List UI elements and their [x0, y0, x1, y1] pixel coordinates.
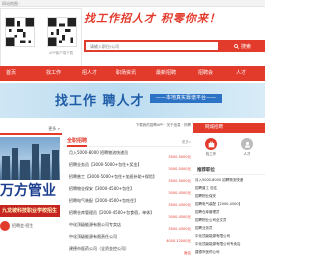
recommended-item[interactable]: 建德市医药公司	[195, 250, 265, 258]
promo-banner[interactable]: 找工作 聘人才 ——本地真实靠谱平台——	[0, 83, 265, 118]
right-panel: 网城招聘 找工作 人才 推荐职位 月入5000-8000 招聘物流快递 招聘普工…	[193, 123, 265, 260]
search-input[interactable]	[84, 40, 220, 52]
qr-code-app	[47, 17, 77, 47]
school-ad-banner[interactable]: 九龙坡科技职业学校招生	[0, 205, 60, 217]
recommended-item[interactable]: 中化顶级能源有限公司	[195, 234, 265, 242]
right-icon-row: 找工作 人才	[193, 135, 265, 163]
job-row[interactable]: 招聘仓库管理员【2000-4500+包食宿，单休】 3000-4500元	[63, 210, 191, 221]
top-strip: 网站地图 ·	[0, 0, 265, 7]
find-job-label: 找工作	[205, 152, 217, 156]
job-row[interactable]: 招聘电气装配【2000-4500+包吃住】 3000-4500元	[63, 198, 191, 209]
job-salary: 3000-4500元	[168, 191, 191, 195]
job-salary: 3000-5000元	[168, 179, 191, 183]
job-salary: 3000-4500元	[168, 203, 191, 207]
left-icon-row[interactable]: 招聘会·招生	[0, 220, 60, 232]
job-row[interactable]: 中化顶级能源有限公司专卖店 3000-4500元	[63, 222, 191, 233]
search-button[interactable]: 搜索	[220, 40, 265, 52]
recommended-item[interactable]: 招聘仓库管理员	[195, 210, 265, 218]
brand-ad[interactable]: 万方管业	[0, 181, 60, 201]
recommended-title: 推荐职位	[197, 168, 215, 173]
job-list-more[interactable]: 更多»	[182, 140, 191, 145]
job-row[interactable]: 招聘业务员【3000-5000+包住+奖金】 3000-5000元	[63, 162, 191, 173]
banner-title: 找工作 聘人才	[55, 94, 145, 109]
recommended-item[interactable]: 月入5000-8000 招聘物流快递	[195, 178, 265, 186]
left-icon-label: 招聘会·招生	[12, 223, 34, 228]
nav-item-home[interactable]: 首页	[6, 66, 16, 81]
nav-item-latest[interactable]: 最新招聘	[156, 66, 176, 81]
job-row[interactable]: 中化顶级能源有限责任公司 4000-12000元	[63, 234, 191, 245]
talent-label: 人才	[243, 152, 251, 156]
recommended-header: 推荐职位	[193, 165, 265, 175]
banner-subtitle: ——本地真实靠谱平台——	[150, 94, 223, 103]
job-list-header: 全职招聘 更多»	[63, 137, 191, 147]
job-salary: 4000-12000元	[166, 239, 191, 243]
job-row[interactable]: 建德市医药公司（全资金控公司） 面议	[63, 246, 191, 257]
sub-links[interactable]: 下载我的招聘APP · 关于信息 · 热聘	[136, 123, 191, 128]
left-column-header: 更多 »	[0, 123, 62, 135]
job-title[interactable]: 招聘业务员【3000-5000+包住+奖金】	[69, 162, 142, 168]
job-salary: 3000-4500元	[168, 215, 191, 219]
recommended-item[interactable]: 招聘业务员	[195, 226, 265, 234]
job-title[interactable]: 招聘普工【3000-5000+包住+加班补助+保险】	[69, 174, 157, 180]
talent-shortcut[interactable]: 人才	[241, 138, 253, 157]
job-row[interactable]: 招聘物业保安【3000-4500+包住】 3000-4500元	[63, 186, 191, 197]
left-more-link[interactable]: 更多 »	[48, 126, 60, 132]
nav-item-hire[interactable]: 招人才	[82, 66, 97, 81]
job-row[interactable]: 招聘普工【3000-5000+包住+加班补助+保险】 3000-5000元	[63, 174, 191, 185]
search-icon	[234, 43, 239, 49]
job-title[interactable]: 中化顶级能源有限责任公司	[69, 234, 117, 240]
recommended-item[interactable]: 招聘普工 包住	[195, 186, 265, 194]
find-job-shortcut[interactable]: 找工作	[205, 138, 217, 157]
job-title[interactable]: 招聘物业保安【3000-4500+包住】	[69, 186, 134, 192]
recommended-item[interactable]: 中化顶级能源有限公司专卖店	[195, 242, 265, 250]
job-salary: 面议	[184, 251, 191, 255]
briefcase-icon	[205, 138, 217, 150]
recommended-item[interactable]: 招聘电气装配【2000-4500】	[195, 202, 265, 210]
nav-item-news[interactable]: 职场资讯	[116, 66, 136, 81]
job-title[interactable]: 招聘仓库管理员【2000-4500+包食宿，单休】	[69, 210, 154, 216]
left-ad-column: 更多 » 万方管业 九龙坡科技职业学校招生 招聘会·招生	[0, 123, 62, 260]
right-panel-header: 网城招聘	[193, 123, 265, 133]
user-icon	[241, 138, 253, 150]
search-button-label: 搜索	[240, 43, 251, 50]
job-list-panel: 下载我的招聘APP · 关于信息 · 热聘 全职招聘 更多» 月入5000-80…	[63, 123, 191, 260]
job-title[interactable]: 建德市医药公司（全资金控公司）	[69, 246, 129, 252]
recruit-icon	[0, 221, 10, 231]
job-title[interactable]: 月入5000-8000 招聘物流快递员	[69, 150, 128, 156]
job-salary: 3000-5000元	[168, 167, 191, 171]
job-title[interactable]: 招聘电气装配【2000-4500+包吃住】	[69, 198, 138, 204]
job-title[interactable]: 中化顶级能源有限公司专卖店	[69, 222, 121, 228]
nav-item-talent[interactable]: 人才	[236, 66, 246, 81]
nav-item-job-fair[interactable]: 招聘会	[198, 66, 213, 81]
tab-fulltime[interactable]: 全职招聘	[67, 137, 88, 147]
qr-code-wechat	[5, 17, 35, 47]
recommended-item[interactable]: 招聘物业公司全文员	[195, 218, 265, 226]
header-slogan: 找工作招人才 积零你来！	[84, 12, 221, 25]
nav-item-find-job[interactable]: 找工作	[46, 66, 61, 81]
main-nav: 首页 找工作 招人才 职场资讯 最新招聘 招聘会 人才	[0, 66, 265, 81]
qr-popup: APP客户端下载	[0, 8, 82, 68]
qr-caption-right: APP客户端下载	[49, 51, 74, 55]
top-strip-text[interactable]: 网站地图 ·	[2, 1, 21, 7]
job-row[interactable]: 月入5000-8000 招聘物流快递员 3000-5000元	[63, 150, 191, 161]
job-salary: 3000-4500元	[168, 227, 191, 231]
job-salary: 3000-5000元	[168, 155, 191, 159]
recommended-item[interactable]: 招聘物业保安	[195, 194, 265, 202]
city-ad-image[interactable]	[0, 137, 60, 180]
